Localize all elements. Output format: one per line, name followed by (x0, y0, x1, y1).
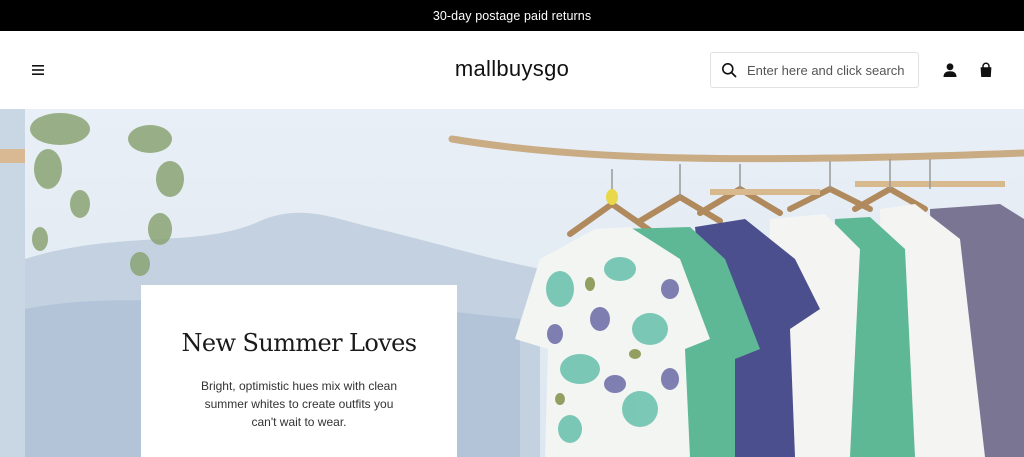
hero-subtitle: Bright, optimistic hues mix with clean s… (200, 379, 398, 429)
search-input[interactable] (747, 62, 913, 78)
hamburger-menu-icon[interactable] (28, 60, 48, 80)
hero-banner[interactable]: New Summer Loves Bright, optimistic hues… (0, 109, 1024, 457)
shopping-bag-icon[interactable] (976, 60, 996, 80)
site-logo[interactable]: mallbuysgo (455, 56, 569, 81)
announcement-bar: 30-day postage paid returns (0, 0, 1024, 31)
hero-text-card: New Summer Loves Bright, optimistic hues… (141, 285, 457, 457)
search-box (710, 52, 919, 88)
search-icon[interactable] (711, 53, 747, 87)
announcement-text: 30-day postage paid returns (432, 8, 592, 23)
site-header: mallbuysgo (0, 31, 1024, 109)
hero-title: New Summer Loves (181, 329, 418, 357)
account-icon[interactable] (940, 60, 960, 80)
